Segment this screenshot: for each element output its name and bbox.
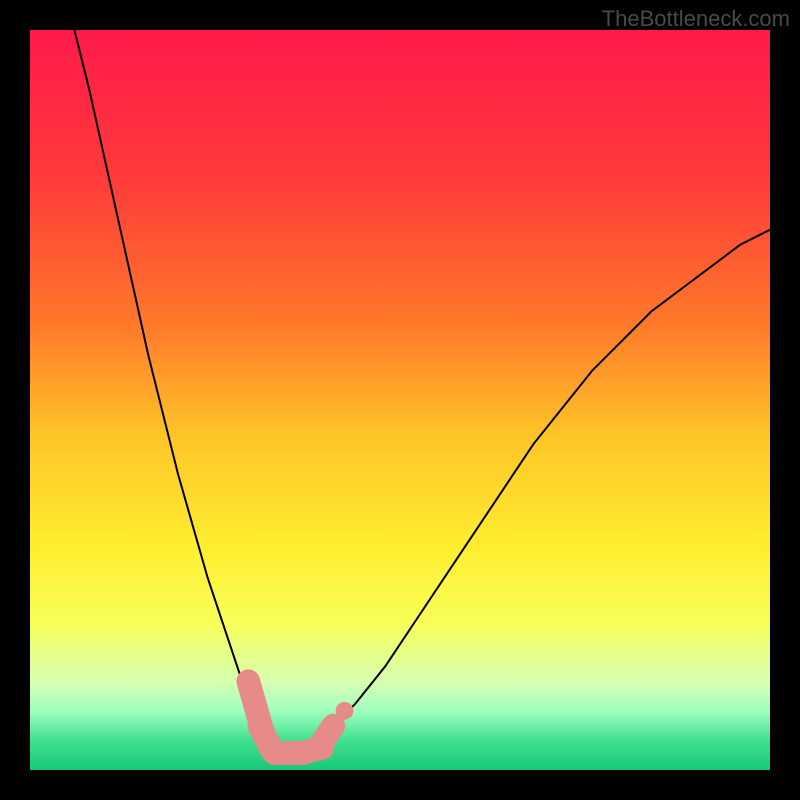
plot-area [30, 30, 770, 770]
marker-right-dot [336, 702, 354, 720]
chart-svg [30, 30, 770, 770]
watermark-text: TheBottleneck.com [602, 6, 790, 32]
marker-right-cap [319, 726, 334, 748]
heatmap-background [30, 30, 770, 770]
outer-frame: TheBottleneck.com [0, 0, 800, 800]
